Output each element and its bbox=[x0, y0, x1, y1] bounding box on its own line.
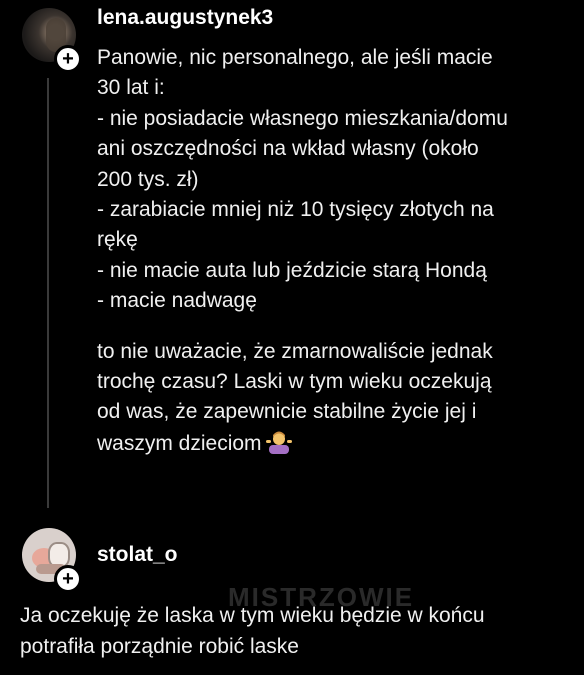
reply-line: potrafiła porządnie robić laske bbox=[20, 635, 299, 658]
post-line: - nie posiadacie własnego mieszkania/dom… bbox=[97, 106, 508, 130]
post-line: - macie nadwagę bbox=[97, 289, 257, 313]
post-line: trochę czasu? Laski w tym wieku oczekują bbox=[97, 370, 492, 394]
post-username[interactable]: lena.augustynek3 bbox=[97, 6, 273, 30]
post-line: 30 lat i: bbox=[97, 76, 165, 100]
post-line: - nie macie auta lub jeździcie starą Hon… bbox=[97, 258, 487, 282]
person-shrugging-icon bbox=[265, 431, 292, 454]
post-line: waszym dzieciom bbox=[97, 428, 577, 459]
post-line: - zarabiacie mniej niż 10 tysięcy złotyc… bbox=[97, 198, 494, 222]
post-line: rękę bbox=[97, 228, 138, 252]
post-text: Panowie, nic personalnego, ale jeśli mac… bbox=[97, 43, 577, 459]
post-line: 200 tys. zł) bbox=[97, 167, 199, 191]
post-line: Panowie, nic personalnego, ale jeśli mac… bbox=[97, 46, 493, 69]
reply-text: Ja oczekuję że laska w tym wieku będzie … bbox=[20, 600, 580, 662]
post-line: od was, że zapewnicie stabilne życie jej… bbox=[97, 400, 477, 424]
thread-line bbox=[47, 78, 49, 508]
post-line: to nie uważacie, że zmarnowaliście jedna… bbox=[97, 339, 493, 363]
follow-plus-icon[interactable]: + bbox=[54, 565, 82, 593]
post-line: ani oszczędności na wkład własny (około bbox=[97, 137, 479, 161]
reply-username[interactable]: stolat_o bbox=[97, 543, 178, 567]
reply-line: Ja oczekuję że laska w tym wieku będzie … bbox=[20, 604, 485, 627]
follow-plus-icon[interactable]: + bbox=[54, 45, 82, 73]
